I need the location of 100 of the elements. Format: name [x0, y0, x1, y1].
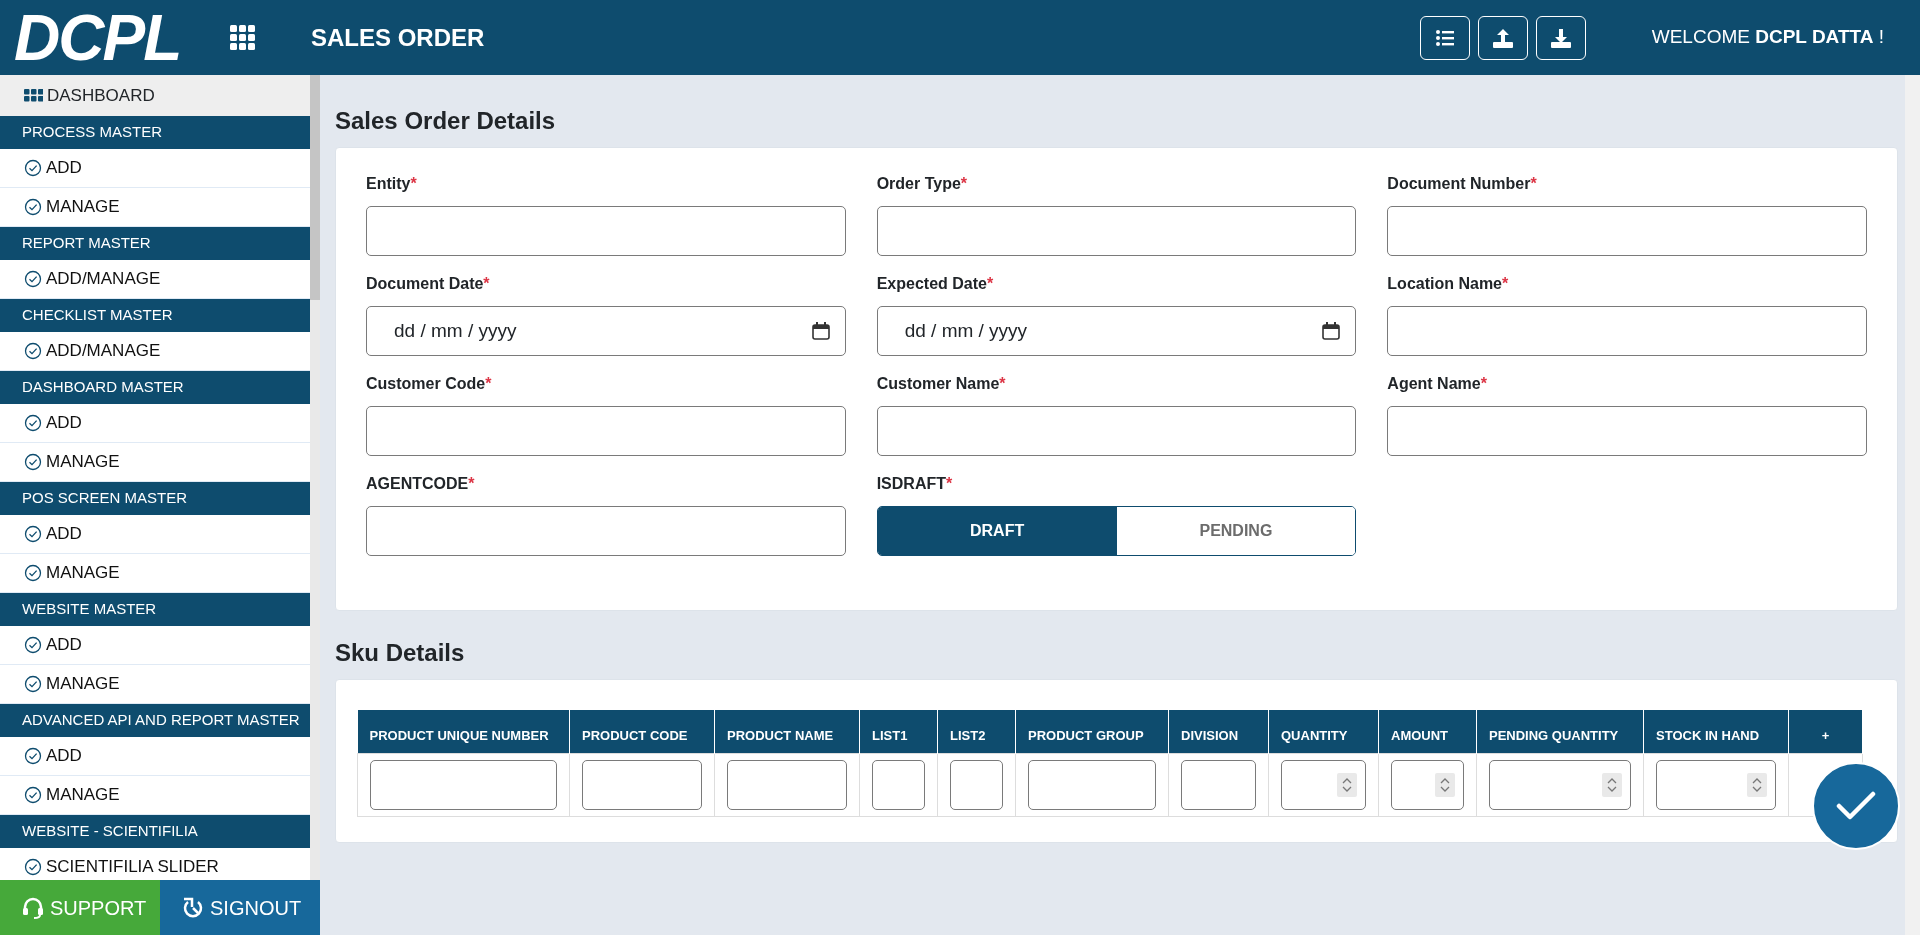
check-circle-icon: [24, 342, 42, 360]
sidebar-label: ADD/MANAGE: [46, 268, 161, 291]
input-field[interactable]: [366, 406, 846, 456]
check-circle-icon: [24, 636, 42, 654]
grid-icon: [24, 89, 43, 102]
section-title: Sales Order Details: [335, 106, 557, 136]
sidebar-label: ADD: [46, 523, 82, 546]
input-field[interactable]: [876, 206, 1357, 256]
sidebar-label: DASHBOARD: [47, 84, 155, 107]
dashboard-link[interactable]: DASHBOARD: [0, 75, 310, 116]
sidebar-label: ADD: [46, 745, 82, 768]
input-field[interactable]: [1028, 759, 1156, 810]
sidebar-label: MANAGE: [46, 784, 120, 807]
check-circle-icon: [24, 414, 42, 432]
logo: DCPL: [13, 5, 182, 70]
check-circle-icon: [24, 525, 42, 543]
input-field[interactable]: [1387, 206, 1867, 256]
scrollbar[interactable]: [310, 75, 320, 880]
input-field[interactable]: [876, 406, 1357, 456]
field-label: ISDRAFT*: [876, 474, 954, 494]
scrollbar[interactable]: [1905, 75, 1920, 935]
sidebar-section-header: ADVANCED API AND REPORT MASTER: [0, 704, 310, 737]
upload-button[interactable]: [1477, 15, 1528, 60]
input-field[interactable]: [366, 506, 846, 556]
number-field[interactable]: [1656, 759, 1776, 810]
sidebar-section-header: WEBSITE MASTER: [0, 593, 310, 626]
sidebar-section-header: REPORT MASTER: [0, 227, 310, 260]
input-field[interactable]: [370, 759, 557, 810]
page-title: SALES ORDER: [311, 22, 485, 53]
field-label: Customer Name*: [876, 374, 1007, 394]
toggle-option[interactable]: DRAFT: [877, 507, 1117, 555]
column-header: PRODUCT NAME: [714, 710, 860, 753]
sidebar-label: MANAGE: [46, 196, 120, 219]
check-circle-icon: [24, 747, 42, 765]
add-column-button[interactable]: +: [1788, 710, 1863, 753]
sidebar-item[interactable]: ADD: [0, 149, 310, 188]
input-field[interactable]: [950, 759, 1003, 810]
sidebar-section-header: PROCESS MASTER: [0, 116, 310, 149]
column-header: STOCK IN HAND: [1643, 710, 1789, 753]
column-header: PRODUCT UNIQUE NUMBER: [357, 710, 570, 753]
field-label: Agent Name*: [1387, 374, 1488, 394]
calendar-icon: [811, 322, 830, 340]
sidebar-label: ADD: [46, 634, 82, 657]
sidebar-section-header: POS SCREEN MASTER: [0, 482, 310, 515]
sidebar-section-header: WEBSITE - SCIENTIFILIA: [0, 815, 310, 848]
sidebar-label: MANAGE: [46, 673, 120, 696]
sidebar-label: MANAGE: [46, 451, 120, 474]
upload-icon: [1491, 26, 1514, 49]
headset-icon: [22, 896, 44, 919]
input-field[interactable]: [1181, 759, 1256, 810]
input-field[interactable]: [582, 759, 702, 810]
number-field[interactable]: [1391, 759, 1464, 810]
check-circle-icon: [24, 159, 42, 177]
column-header: PENDING QUANTITY: [1476, 710, 1644, 753]
calendar-button[interactable]: [1322, 322, 1341, 340]
column-header: PRODUCT CODE: [569, 710, 715, 753]
number-field[interactable]: [1489, 759, 1631, 810]
download-button[interactable]: [1535, 15, 1586, 60]
field-label: Entity*: [366, 174, 418, 194]
field-label: AGENTCODE*: [366, 474, 476, 494]
sign-out-icon: [182, 896, 204, 919]
column-header: LIST1: [859, 710, 938, 753]
sidebar-label: ADD: [46, 412, 82, 435]
apps-menu-button[interactable]: [230, 24, 255, 51]
sidebar-label: ADD: [46, 157, 82, 180]
date-field[interactable]: dd / mm / yyyy: [876, 306, 1357, 356]
welcome-text: WELCOME DCPL DATTA !: [1651, 25, 1884, 50]
column-header: AMOUNT: [1378, 710, 1477, 753]
signout-button[interactable]: SIGNOUT: [160, 880, 320, 935]
sidebar-item[interactable]: ADD: [0, 626, 310, 665]
sidebar-item[interactable]: ADD: [0, 737, 310, 776]
check-circle-icon: [24, 858, 42, 876]
check-circle-icon: [24, 453, 42, 471]
field-label: Location Name*: [1387, 274, 1510, 294]
field-label: Customer Code*: [366, 374, 493, 394]
check-circle-icon: [24, 675, 42, 693]
grid-icon: [230, 25, 255, 51]
download-icon: [1549, 26, 1572, 49]
input-field[interactable]: [1387, 406, 1867, 456]
check-circle-icon: [24, 786, 42, 804]
column-header: QUANTITY: [1268, 710, 1379, 753]
input-field[interactable]: [366, 206, 846, 256]
input-field[interactable]: [727, 759, 847, 810]
check-circle-icon: [24, 198, 42, 216]
spinner-icon: [1435, 772, 1455, 797]
input-field[interactable]: [1387, 306, 1867, 356]
sidebar-label: SCIENTIFILIA SLIDER: [46, 856, 219, 879]
field-label: Document Date*: [366, 274, 491, 294]
column-header: PRODUCT GROUP: [1015, 710, 1169, 753]
number-field[interactable]: [1281, 759, 1366, 810]
field-label: Expected Date*: [876, 274, 995, 294]
sidebar-label: ADD/MANAGE: [46, 340, 161, 363]
list-button[interactable]: [1419, 15, 1470, 60]
sidebar-item[interactable]: ADD: [0, 404, 310, 443]
sidebar-item[interactable]: ADD: [0, 515, 310, 554]
calendar-button[interactable]: [811, 322, 830, 340]
date-field[interactable]: dd / mm / yyyy: [366, 306, 846, 356]
column-header: DIVISION: [1168, 710, 1269, 753]
input-field[interactable]: [872, 759, 925, 810]
field-label: Order Type*: [876, 174, 969, 194]
